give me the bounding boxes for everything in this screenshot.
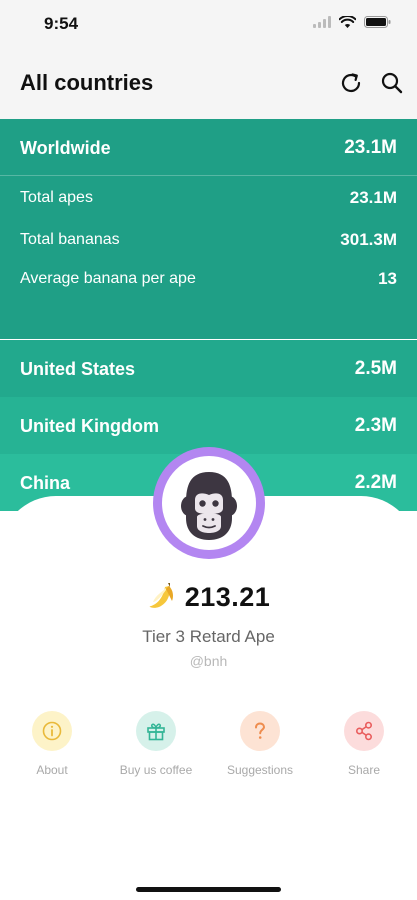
status-time: 9:54 (44, 14, 79, 33)
stat-average-banana: Average banana per ape 13 (0, 264, 417, 294)
question-icon (255, 722, 266, 739)
status-bar: 9:54 (0, 0, 417, 44)
suggestions-label: Suggestions (226, 763, 294, 777)
country-value: 2.5M (354, 358, 397, 379)
page-title: All countries (20, 70, 154, 95)
stat-total-apes: Total apes 23.1M (0, 183, 417, 213)
worldwide-value: 23.1M (344, 137, 397, 158)
stat-total-bananas: Total bananas 301.3M (0, 225, 417, 255)
country-value: 2.2M (354, 472, 397, 493)
balance-value: 213.21 (184, 582, 271, 612)
country-name: United Kingdom (20, 416, 159, 436)
search-icon (381, 72, 403, 94)
user-handle: @bnh (189, 653, 228, 669)
worldwide-label: Worldwide (20, 138, 111, 158)
gorilla-avatar-icon (181, 472, 237, 540)
country-name: China (20, 473, 71, 493)
wifi-icon (338, 15, 357, 33)
battery-icon (364, 15, 391, 33)
refresh-button[interactable] (336, 68, 366, 98)
country-row-united-states[interactable]: United States 2.5M (0, 340, 417, 397)
stat-label: Average banana per ape (20, 270, 196, 287)
about-label: About (36, 763, 68, 777)
country-row-united-kingdom[interactable]: United Kingdom 2.3M (0, 397, 417, 454)
worldwide-header[interactable]: Worldwide 23.1M (0, 119, 417, 176)
share-button[interactable]: Share (312, 709, 416, 777)
country-value: 2.3M (354, 415, 397, 436)
status-icons (313, 15, 391, 33)
info-icon (42, 721, 62, 741)
stat-label: Total bananas (20, 231, 120, 248)
suggestions-circle (240, 711, 280, 751)
share-circle (344, 711, 384, 751)
stat-label: Total apes (20, 189, 93, 206)
about-circle (32, 711, 72, 751)
gift-icon (147, 723, 165, 741)
about-button[interactable]: About (0, 709, 104, 777)
avatar-image (162, 456, 256, 550)
share-label: Share (347, 763, 381, 777)
stat-value: 301.3M (340, 230, 397, 249)
coffee-label: Buy us coffee (119, 763, 193, 777)
tier-label: Tier 3 Retard Ape (142, 627, 275, 646)
suggestions-button[interactable]: Suggestions (208, 709, 312, 777)
search-button[interactable] (377, 68, 407, 98)
home-indicator[interactable] (136, 887, 281, 892)
stat-value: 13 (378, 269, 397, 288)
avatar[interactable] (153, 447, 265, 559)
share-icon (355, 721, 373, 741)
coffee-circle (136, 711, 176, 751)
refresh-icon (341, 73, 361, 93)
country-name: United States (20, 359, 136, 379)
stat-value: 23.1M (349, 188, 397, 207)
banana-balance: 213.21 (0, 580, 417, 617)
nav-bar: All countries (0, 44, 417, 119)
buy-us-coffee-button[interactable]: Buy us coffee (104, 709, 208, 777)
worldwide-stats: Worldwide 23.1M Total apes 23.1M Total b… (0, 119, 417, 339)
signal-icon (313, 15, 331, 33)
banana-icon (147, 580, 177, 617)
